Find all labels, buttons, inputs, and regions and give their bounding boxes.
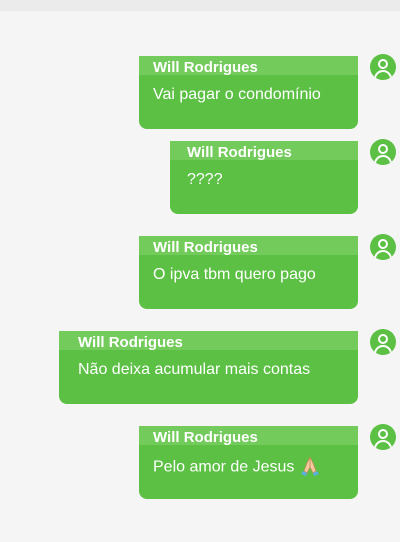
sender-name: Will Rodrigues — [153, 239, 258, 256]
sender-name: Will Rodrigues — [153, 429, 258, 446]
top-bar — [0, 0, 400, 11]
folded-hands-icon — [298, 453, 322, 482]
sender-name: Will Rodrigues — [78, 334, 183, 351]
avatar-icon[interactable] — [370, 139, 396, 165]
message-text: ???? — [187, 171, 223, 188]
message-text: O ipva tbm quero pago — [153, 266, 316, 283]
message-bubble[interactable]: Will Rodrigues O ipva tbm quero pago — [139, 236, 358, 309]
sender-name: Will Rodrigues — [187, 144, 292, 161]
message-text: Não deixa acumular mais contas — [78, 361, 311, 378]
avatar-icon[interactable] — [370, 329, 396, 355]
message-bubble[interactable]: Will Rodrigues Não deixa acumular mais c… — [59, 331, 358, 404]
message-text: Vai pagar o condomínio — [153, 86, 321, 103]
message-text: Pelo amor de Jesus — [153, 453, 322, 482]
avatar-icon[interactable] — [370, 54, 396, 80]
sender-name: Will Rodrigues — [153, 59, 258, 76]
avatar-icon[interactable] — [370, 424, 396, 450]
message-bubble[interactable]: Will Rodrigues Vai pagar o condomínio — [139, 56, 358, 129]
message-bubble[interactable]: Will Rodrigues ???? — [170, 141, 358, 214]
message-bubble[interactable]: Will Rodrigues Pelo amor de Jesus — [139, 426, 358, 499]
avatar-icon[interactable] — [370, 234, 396, 260]
